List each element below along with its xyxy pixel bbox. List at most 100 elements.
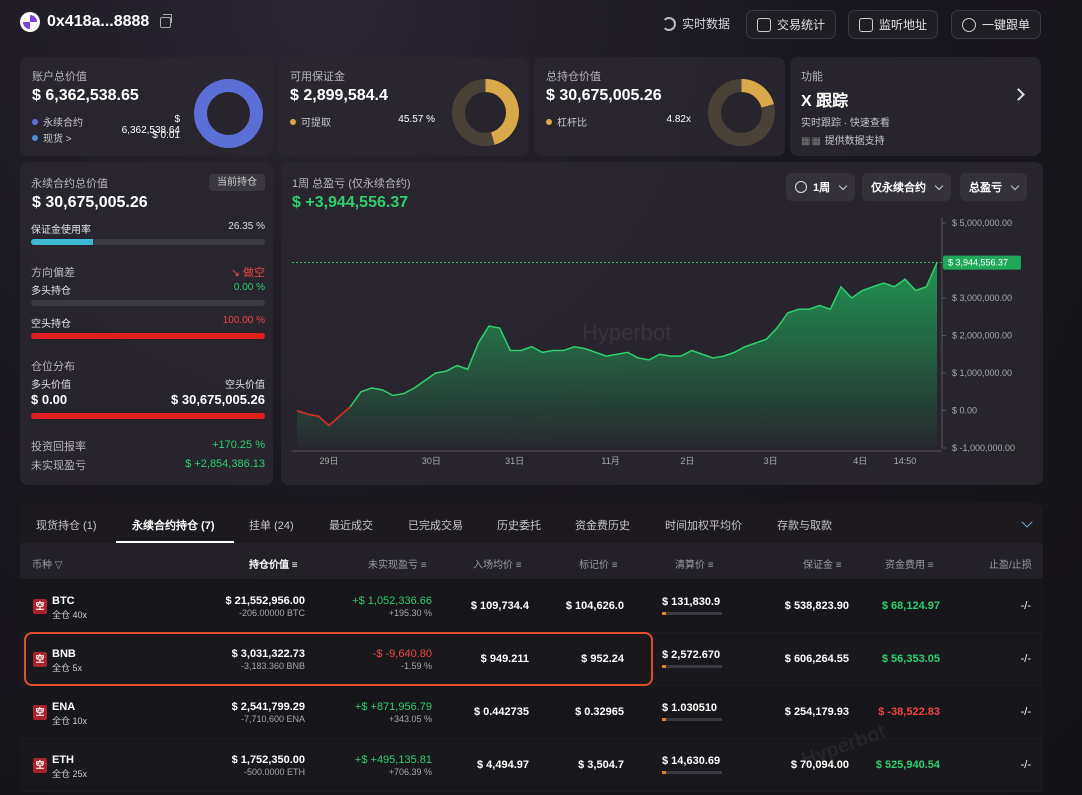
sort-icon: ≡ (611, 560, 618, 571)
tab-order-history[interactable]: 历史委托 (497, 517, 541, 533)
metric-label: 总盈亏 (969, 182, 1002, 194)
trend-down-icon: ↘ (230, 267, 240, 279)
position-value: $ 2,541,799.29 (231, 701, 305, 713)
chevron-right-icon[interactable] (1012, 88, 1025, 101)
y-tick-label: $ -1,000,000.00 (952, 443, 1015, 453)
feature-support: ▦▦ 提供数据支持 (801, 132, 885, 147)
col-entry[interactable]: 入场均价 ≡ (473, 556, 522, 571)
monitor-icon (859, 17, 873, 32)
upnl-value: +$ 1,052,336.66 (352, 595, 432, 607)
liq-distance-bar (662, 771, 722, 774)
upnl-value: +$ +871,956.79 (354, 701, 432, 713)
tpsl-value[interactable]: -/- (1000, 759, 1031, 771)
logo-icon: ▦▦ (801, 136, 822, 147)
y-tick-label: $ 3,000,000.00 (952, 293, 1012, 303)
perp-legend-label: 永续合约 (43, 118, 83, 129)
col-coin-label: 币种 (32, 560, 52, 571)
tab-funding-history[interactable]: 资金费历史 (575, 517, 630, 533)
tab-completed-trades[interactable]: 已完成交易 (408, 517, 463, 533)
chevron-down-icon (934, 181, 944, 190)
leverage-value: 4.82x (666, 114, 691, 125)
col-upnl[interactable]: 未实现盈亏 ≡ (368, 556, 427, 571)
trade-stats-label: 交易统计 (777, 18, 826, 32)
upnl-value: $ +2,854,386.13 (185, 458, 265, 470)
address-group: 0x418a...8888 (20, 12, 173, 32)
y-tick-label: $ 1,000,000.00 (952, 368, 1012, 378)
col-coin[interactable]: 币种 ▽ (32, 556, 62, 571)
tab-deposits-withdrawals[interactable]: 存款与取款 (777, 517, 832, 533)
col-mark[interactable]: 标记价 ≡ (579, 556, 618, 571)
liq-distance-bar (662, 665, 722, 668)
position-value: $ 21,552,956.00 (225, 595, 305, 607)
tab-recent-fills[interactable]: 最近成交 (329, 517, 373, 533)
tab-twap[interactable]: 时间加权平均价 (665, 517, 742, 533)
copy-icon[interactable] (160, 13, 173, 28)
tpsl-value[interactable]: -/- (1000, 600, 1031, 612)
y-tick-label: $ 5,000,000.00 (952, 218, 1012, 228)
margin-value: $ 606,264.55 (784, 653, 849, 665)
period-select[interactable]: 1周 (786, 173, 856, 201)
account-donut (194, 79, 263, 148)
short-value: $ 30,675,005.26 (171, 392, 265, 407)
table-row[interactable]: 空 ETH 全仓 25x $ 1,752,350.00 -500.0000 ETH +$ … (20, 739, 1043, 792)
withdrawable-label: 可提取 (301, 118, 331, 129)
col-tpsl: 止盈/止损 (989, 560, 1032, 571)
entry-price: $ 0.442735 (473, 706, 529, 718)
table-row[interactable]: 空 ENA 全仓 10x $ 2,541,799.29 -7,710,600 ENA +$… (20, 686, 1043, 739)
leverage-legend: 杠杆比 (546, 114, 587, 129)
pnl-area (297, 262, 937, 448)
x-tick-label: 11月 (601, 456, 619, 466)
available-margin-title: 可用保证金 (290, 71, 345, 83)
contract-filter-label: 仅永续合约 (871, 182, 926, 194)
x-tick-label: 30日 (422, 456, 441, 466)
col-position-value-label: 持仓价值 (249, 560, 289, 571)
tab-open-orders[interactable]: 挂单 (24) (249, 517, 294, 533)
tab-spot-positions[interactable]: 现货持仓 (1) (36, 517, 97, 533)
bias-label: 方向偏差 (31, 267, 75, 279)
metric-select[interactable]: 总盈亏 (960, 173, 1027, 201)
coin-symbol: BTC (52, 595, 75, 607)
account-value: $ 6,362,538.65 (32, 87, 139, 104)
margin-usage-bar (31, 239, 265, 245)
mark-price: $ 3,504.7 (578, 759, 624, 771)
chart-icon (757, 17, 771, 32)
distribution-bar (31, 413, 265, 419)
col-liq-label: 清算价 (675, 560, 705, 571)
coin-symbol: ENA (52, 701, 76, 713)
tab-perp-positions[interactable]: 永续合约持仓 (7) (132, 517, 215, 533)
col-liq[interactable]: 清算价 ≡ (675, 556, 714, 571)
col-margin[interactable]: 保证金 ≡ (803, 556, 842, 571)
funding-fee: $ 525,940.54 (875, 759, 940, 771)
trade-stats-button[interactable]: 交易统计 (746, 10, 837, 39)
account-value-title: 账户总价值 (32, 71, 87, 83)
short-side-badge: 空 (33, 599, 47, 614)
col-funding[interactable]: 资金费用 ≡ (885, 556, 934, 571)
feature-card[interactable]: 功能 X 跟踪 实时跟踪 · 快速查看 ▦▦ 提供数据支持 (790, 57, 1041, 156)
total-holdings-card: 总持仓价值 $ 30,675,005.26 杠杆比 4.82x (534, 57, 785, 156)
upnl-label: 未实现盈亏 (31, 460, 86, 472)
feature-desc: 实时跟踪 · 快速查看 (801, 118, 890, 129)
long-position-pct: 0.00 % (233, 282, 265, 293)
top-bar: 0x418a...8888 实时数据 交易统计 监听地址 一键跟单 (0, 0, 1082, 48)
funding-fee: $ 68,124.97 (881, 600, 940, 612)
withdrawable-pct: 45.57 % (398, 114, 435, 125)
table-row[interactable]: 空 BTC 全仓 40x $ 21,552,956.00 -206.00000 BTC +… (20, 580, 1043, 633)
margin-value: $ 254,179.93 (784, 706, 849, 718)
leverage-label: 杠杆比 (557, 118, 587, 129)
copy-trade-button[interactable]: 一键跟单 (951, 10, 1042, 39)
tpsl-value[interactable]: -/- (1000, 653, 1031, 665)
perp-total-title: 永续合约总价值 (31, 178, 108, 190)
contract-filter-select[interactable]: 仅永续合约 (862, 173, 951, 201)
monitor-address-button[interactable]: 监听地址 (848, 10, 939, 39)
spot-legend[interactable]: 现货 > (32, 130, 72, 145)
sort-icon: ≡ (835, 560, 842, 571)
live-data-toggle[interactable]: 实时数据 (662, 15, 730, 32)
tpsl-value[interactable]: -/- (1000, 706, 1031, 718)
refresh-icon (662, 16, 676, 31)
chevron-down-icon[interactable] (1021, 516, 1033, 528)
x-tick-label: 3日 (764, 456, 778, 466)
wallet-address: 0x418a...8888 (47, 13, 150, 30)
col-position-value[interactable]: 持仓价值 ≡ (249, 556, 298, 571)
current-positions-badge[interactable]: 当前持仓 (209, 174, 265, 191)
upnl-pct: +195.30 % (388, 608, 432, 618)
